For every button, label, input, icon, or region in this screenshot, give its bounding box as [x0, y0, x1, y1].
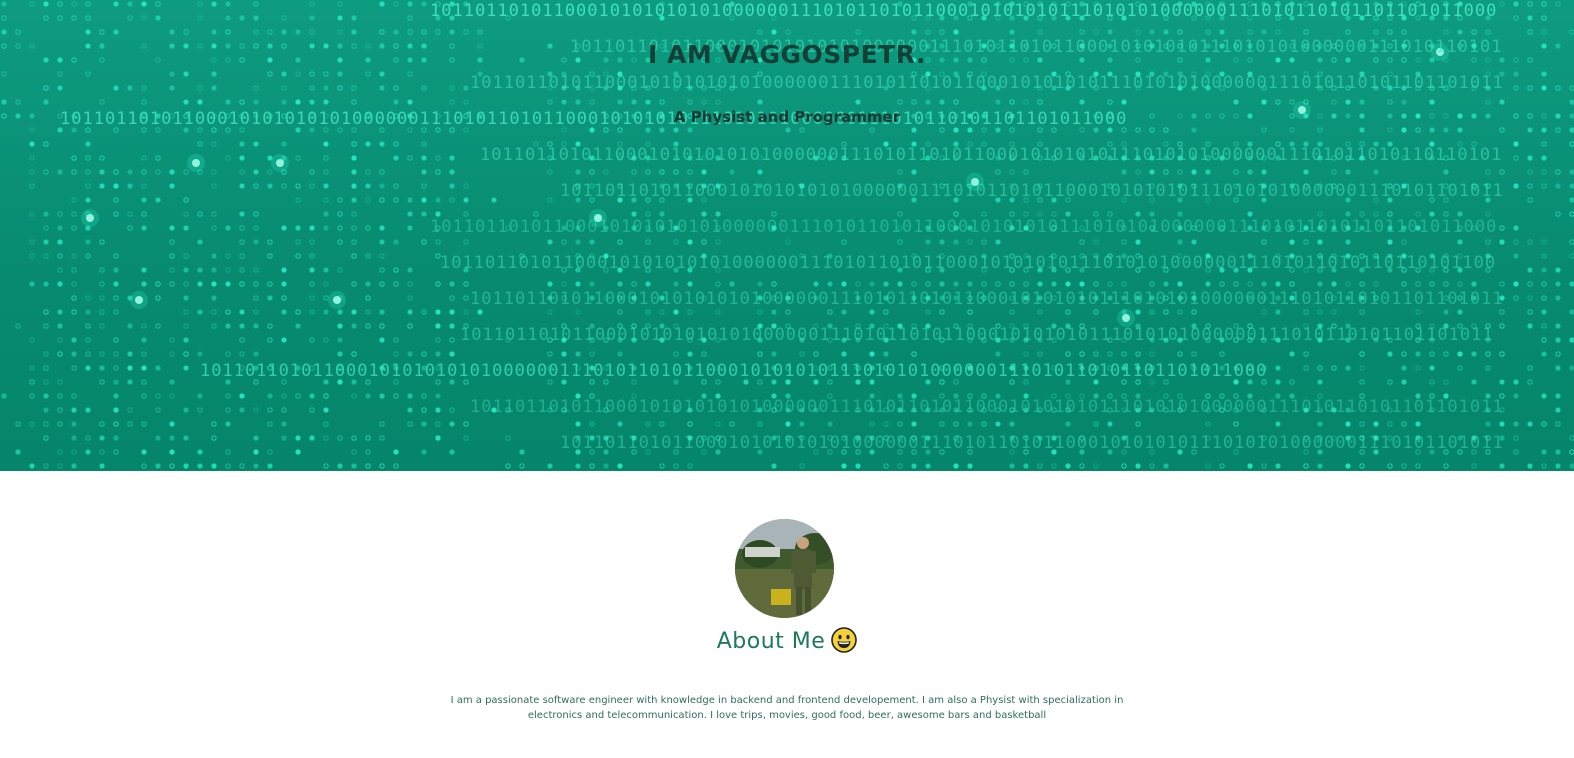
binary-stream: 1011011010110001010101010100000011101011…: [480, 145, 1502, 165]
grinning-face-icon: [831, 627, 858, 653]
hero-subtitle: A Physist and Programmer: [673, 108, 901, 126]
avatar: [735, 519, 834, 618]
about-heading-label: About Me: [716, 629, 826, 654]
about-section: About Me I am a passionate software engi…: [0, 471, 1574, 758]
binary-stream: 1011011010110001010101010100000011101011…: [470, 73, 1504, 93]
binary-stream: 1011011010110001010101010100000011101011…: [560, 181, 1504, 201]
hero-title: I AM VAGGOSPETR.: [648, 40, 926, 69]
binary-stream: 1011011010110001010101010100000011101011…: [430, 1, 1497, 21]
binary-dot-background: 1011011010110001010101010100000011101011…: [1, 1, 1574, 469]
binary-stream: 1011011010110001010101010100000011101011…: [440, 253, 1496, 273]
binary-stream: 1011011010110001010101010100000011101011…: [470, 289, 1504, 309]
binary-stream: 1011011010110001010101010100000011101011…: [430, 217, 1497, 237]
about-heading: About Me: [0, 627, 1574, 654]
profile-photo-icon: [735, 519, 834, 618]
binary-stream: 1011011010110001010101010100000011101011…: [560, 433, 1504, 453]
binary-stream: 1011011010110001010101010100000011101011…: [200, 361, 1267, 381]
about-description: I am a passionate software engineer with…: [450, 695, 1124, 721]
binary-stream: 1011011010110001010101010100000011101011…: [460, 325, 1494, 345]
binary-stream: 1011011010110001010101010100000011101011…: [470, 397, 1504, 417]
hero-banner: 1011011010110001010101010100000011101011…: [0, 0, 1574, 471]
